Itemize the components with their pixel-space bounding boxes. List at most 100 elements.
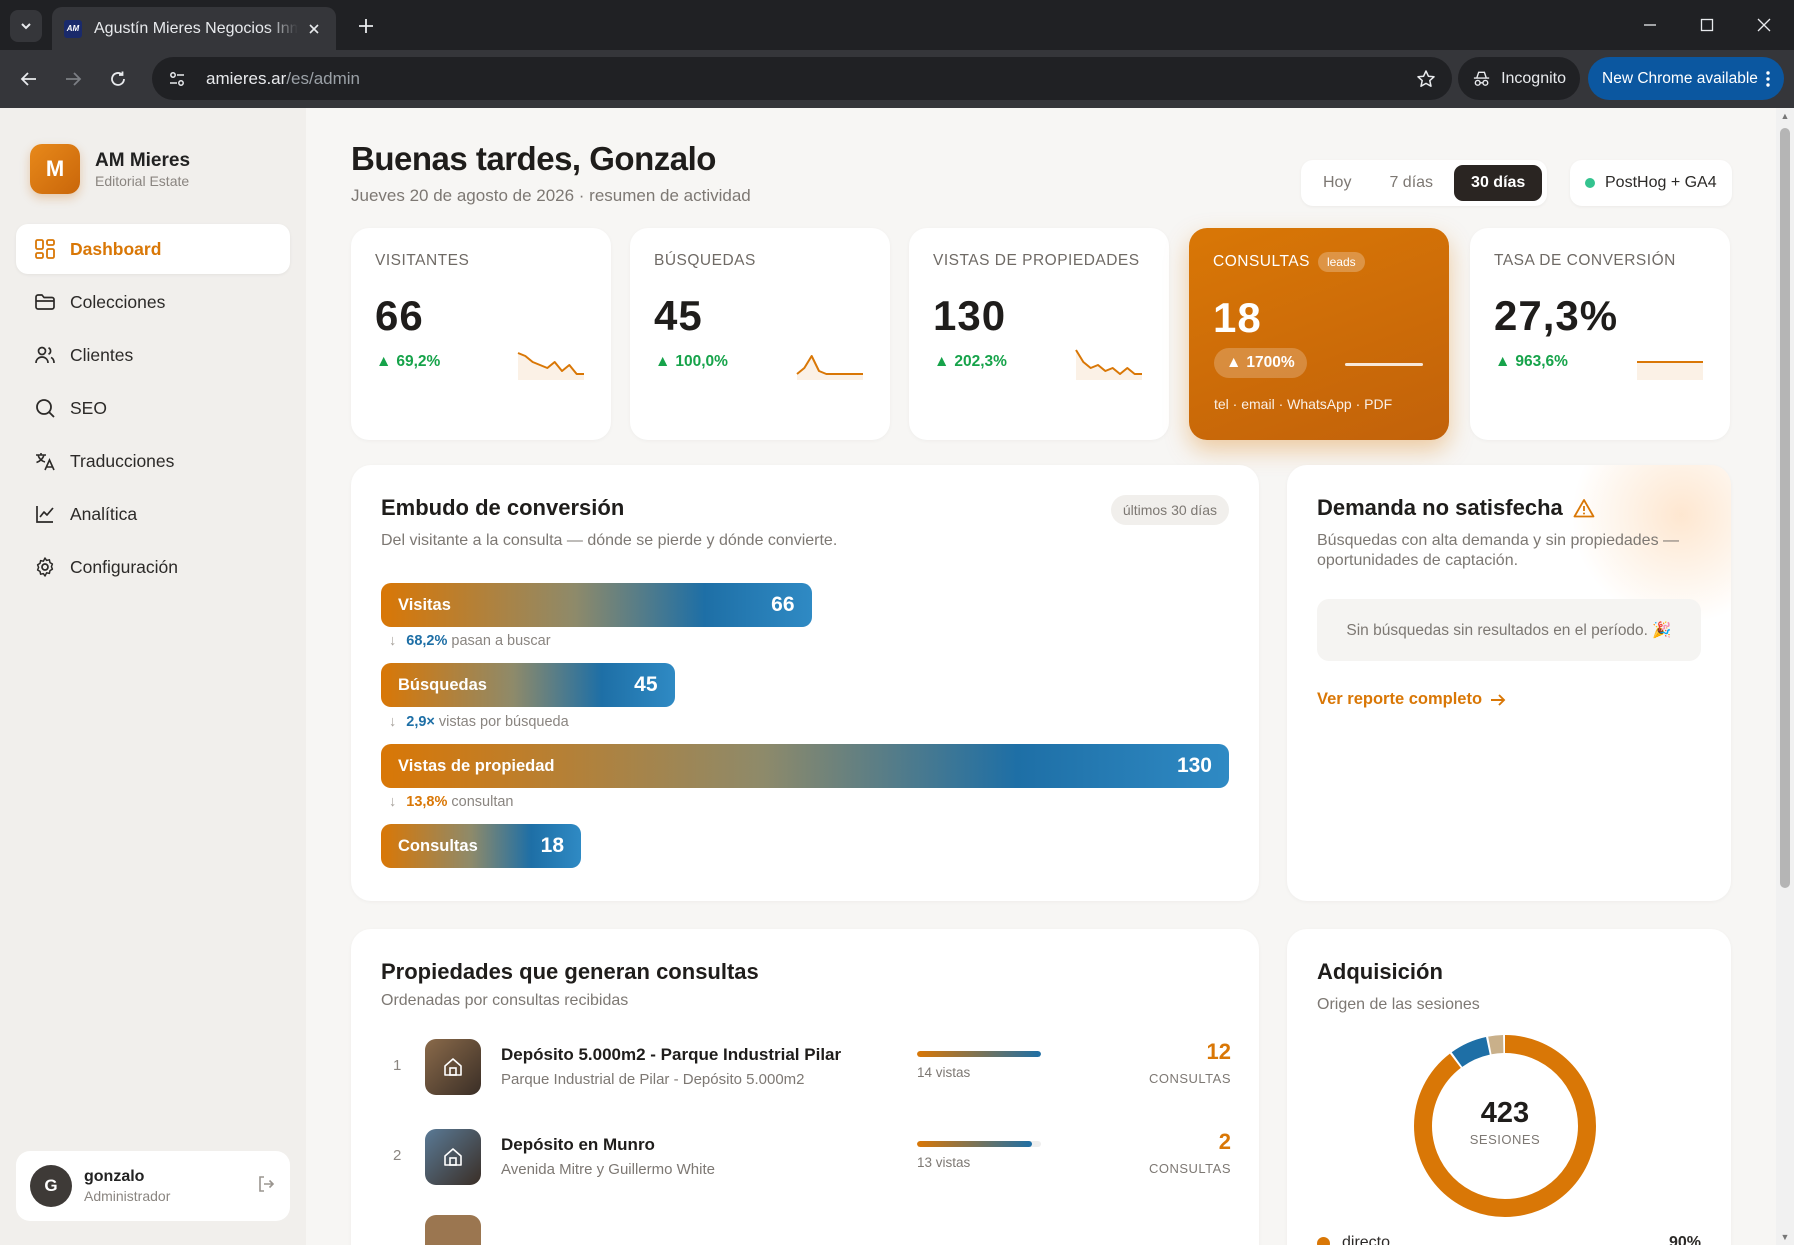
top-properties-panel: Propiedades que generan consultas Ordena… <box>351 929 1259 1245</box>
sidebar-item-dashboard[interactable]: Dashboard <box>16 224 290 274</box>
kpi-card-tasa-conversion[interactable]: TASA DE CONVERSIÓN 27,3% ▲ 963,6% <box>1470 228 1730 440</box>
forward-button[interactable] <box>56 62 90 96</box>
arrow-down-icon: ↓ <box>389 714 397 730</box>
status-dot <box>1585 178 1595 188</box>
funnel-bar-consultas[interactable]: Consultas 18 <box>381 824 581 868</box>
funnel-bar-vistas[interactable]: Vistas de propiedad 130 <box>381 744 1229 788</box>
tab-close-icon[interactable] <box>304 19 324 39</box>
sidebar: M AM Mieres Editorial Estate Dashboard C… <box>0 108 306 1245</box>
back-button[interactable] <box>12 62 46 96</box>
demand-title-text: Demanda no satisfecha <box>1317 495 1563 520</box>
sidebar-item-colecciones[interactable]: Colecciones <box>16 277 290 327</box>
sparkline <box>796 355 863 380</box>
logout-icon[interactable] <box>256 1174 276 1199</box>
incognito-indicator[interactable]: Incognito <box>1458 57 1580 100</box>
sidebar-item-traducciones[interactable]: Traducciones <box>16 436 290 486</box>
triangle-up-icon: ▲ <box>376 353 392 370</box>
funnel-subtitle: Del visitante a la consulta — dónde se p… <box>381 532 838 549</box>
legend-percent: 90% <box>1668 1234 1701 1245</box>
address-bar[interactable]: amieres.ar/es/admin <box>152 57 1452 100</box>
range-7d-button[interactable]: 7 días <box>1372 165 1450 201</box>
tab-search-button[interactable] <box>10 10 42 42</box>
kpi-label-text: CONSULTAS <box>1213 253 1310 270</box>
funnel-bar-busquedas[interactable]: Búsquedas 45 <box>381 663 675 707</box>
scroll-down-icon[interactable]: ▼ <box>1780 1232 1790 1242</box>
sidebar-item-analitica[interactable]: Analítica <box>16 489 290 539</box>
inquiries-label: CONSULTAS <box>1148 1161 1231 1176</box>
sidebar-item-configuracion[interactable]: Configuración <box>16 542 290 592</box>
range-today-button[interactable]: Hoy <box>1306 165 1368 201</box>
maximize-button[interactable] <box>1679 0 1735 50</box>
page-scrollbar[interactable]: ▲ ▼ <box>1776 108 1794 1245</box>
sidebar-item-clientes[interactable]: Clientes <box>16 330 290 380</box>
bookmark-star-icon[interactable] <box>1414 67 1438 91</box>
full-report-link[interactable]: Ver reporte completo <box>1317 690 1506 709</box>
brand-name: AM Mieres <box>95 149 191 171</box>
brand[interactable]: M AM Mieres Editorial Estate <box>30 144 190 194</box>
property-row[interactable]: 2 Depósito en Munro Avenida Mitre y Guil… <box>381 1125 1231 1189</box>
acquisition-panel: Adquisición Origen de las sesiones 423 S… <box>1287 929 1731 1245</box>
funnel-note-value: 13,8% <box>406 794 448 810</box>
kpi-card-vistas-propiedades[interactable]: VISTAS DE PROPIEDADES 130 ▲ 202,3% <box>909 228 1169 440</box>
legend-swatch <box>1317 1236 1330 1245</box>
kpi-label: TASA DE CONVERSIÓN <box>1494 252 1676 269</box>
views-bar <box>917 1051 1041 1057</box>
scrollbar-thumb[interactable] <box>1780 128 1790 888</box>
funnel-bar-visitas[interactable]: Visitas 66 <box>381 583 812 627</box>
reload-button[interactable] <box>101 62 135 96</box>
funnel-bar-value: 45 <box>634 673 658 696</box>
url-path: /es/admin <box>286 68 361 88</box>
incognito-label: Incognito <box>1501 69 1566 87</box>
kpi-value: 130 <box>933 292 1007 339</box>
kpi-label: VISITANTES <box>375 252 470 269</box>
site-info-icon[interactable] <box>166 68 188 90</box>
scroll-up-icon[interactable]: ▲ <box>1780 111 1790 121</box>
range-30d-button[interactable]: 30 días <box>1454 165 1543 201</box>
funnel-note: ↓ 68,2% pasan a buscar <box>389 633 551 649</box>
sidebar-item-seo[interactable]: SEO <box>16 383 290 433</box>
kpi-card-busquedas[interactable]: BÚSQUEDAS 45 ▲ 100,0% <box>630 228 890 440</box>
kpi-card-visitantes[interactable]: VISITANTES 66 ▲ 69,2% <box>351 228 611 440</box>
sidebar-item-label: Clientes <box>70 344 134 365</box>
triangle-up-icon: ▲ <box>1226 354 1242 371</box>
update-chrome-button[interactable]: New Chrome available <box>1588 57 1784 100</box>
views-label: 14 vistas <box>917 1065 971 1080</box>
minimize-icon <box>1644 24 1656 26</box>
empty-state: Sin búsquedas sin resultados en el perío… <box>1317 599 1701 661</box>
full-report-label: Ver reporte completo <box>1317 690 1483 708</box>
building-icon <box>444 1058 462 1076</box>
kpi-card-consultas[interactable]: CONSULTAS leads 18 ▲ 1700% tel · email · W… <box>1189 228 1449 440</box>
acquisition-subtitle: Origen de las sesiones <box>1317 996 1480 1013</box>
funnel-note-value: 68,2% <box>406 633 448 649</box>
favicon: AM <box>64 19 82 38</box>
triangle-up-icon: ▲ <box>934 353 950 370</box>
property-name: Depósito 5.000m2 - Parque Industrial Pil… <box>501 1045 842 1064</box>
user-card: G gonzalo Administrador <box>16 1151 290 1221</box>
minimize-button[interactable] <box>1622 0 1678 50</box>
property-row[interactable] <box>381 1211 1231 1245</box>
property-row[interactable]: 1 Depósito 5.000m2 - Parque Industrial P… <box>381 1035 1231 1099</box>
kpi-delta: ▲ 202,3% <box>934 353 1007 371</box>
sidebar-nav: Dashboard Colecciones Clientes SEO Tradu… <box>16 224 290 595</box>
dashboard-icon <box>35 239 55 259</box>
leads-badge: leads <box>1317 252 1365 272</box>
inquiries-count: 2 <box>1218 1129 1231 1154</box>
period-badge: últimos 30 días <box>1110 495 1229 525</box>
funnel-bar-label: Visitas <box>398 595 451 614</box>
warning-icon <box>1573 499 1595 518</box>
new-tab-button[interactable] <box>352 12 380 40</box>
kebab-menu-icon[interactable] <box>1766 70 1770 87</box>
property-thumbnail <box>425 1129 481 1185</box>
avatar: G <box>30 1165 72 1207</box>
triangle-up-icon: ▲ <box>655 353 671 370</box>
brand-logo: M <box>30 144 80 194</box>
translate-icon <box>36 453 55 471</box>
user-name: gonzalo <box>84 1168 145 1185</box>
window-close-button[interactable] <box>1736 0 1792 50</box>
main-content: Buenas tardes, Gonzalo Jueves 20 de agos… <box>306 108 1776 1245</box>
browser-tab[interactable]: AM Agustín Mieres Negocios Inmobiliarios <box>52 7 336 50</box>
analytics-source-badge[interactable]: PostHog + GA4 <box>1570 160 1732 206</box>
sparkline-area <box>1637 362 1703 380</box>
legend-label: directo <box>1342 1234 1391 1245</box>
property-address: Parque Industrial de Pilar - Depósito 5.… <box>501 1071 805 1088</box>
